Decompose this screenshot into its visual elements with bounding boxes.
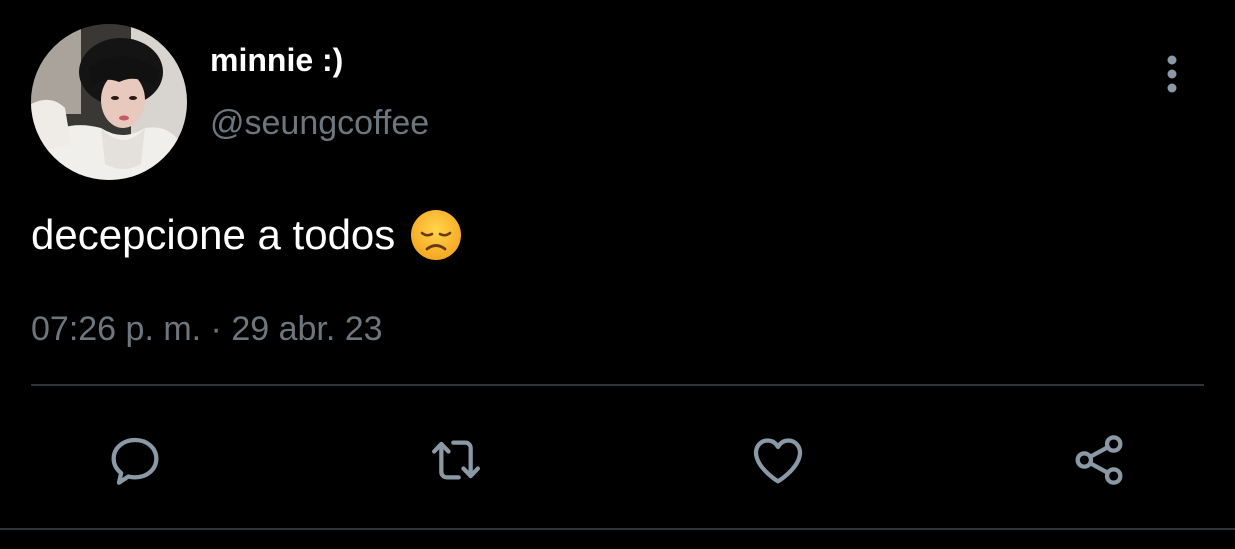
more-options-button[interactable]: [1152, 52, 1192, 96]
like-button[interactable]: [746, 428, 810, 492]
share-button[interactable]: [1067, 428, 1131, 492]
retweet-icon: [432, 440, 480, 480]
disappointed-face-icon: [409, 208, 463, 262]
divider: [31, 384, 1204, 386]
reply-button[interactable]: [103, 428, 167, 492]
share-icon: [1075, 435, 1123, 485]
more-vertical-icon: [1167, 55, 1177, 93]
avatar[interactable]: [31, 24, 187, 180]
retweet-button[interactable]: [424, 428, 488, 492]
reply-bubble-icon: [111, 437, 159, 485]
avatar-image: [31, 24, 187, 180]
tweet-detail: minnie :) @seungcoffee decepcione a todo…: [0, 0, 1235, 549]
tweet-text: decepcione a todos: [31, 208, 463, 262]
divider: [0, 528, 1235, 530]
tweet-text-content: decepcione a todos: [31, 211, 396, 258]
tweet-timestamp[interactable]: 07:26 p. m. · 29 abr. 23: [31, 310, 383, 349]
username-handle[interactable]: @seungcoffee: [210, 104, 429, 143]
heart-icon: [753, 438, 803, 484]
display-name[interactable]: minnie :): [210, 42, 343, 79]
